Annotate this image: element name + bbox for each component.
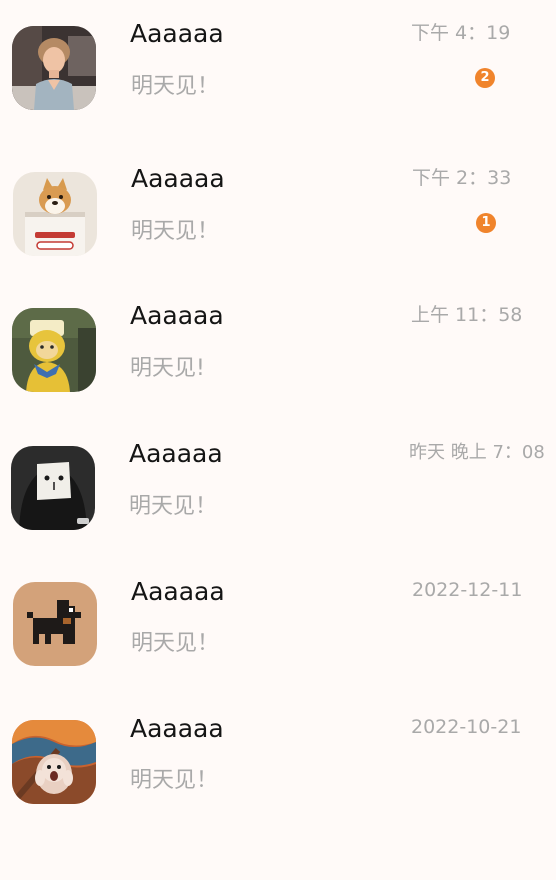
avatar[interactable] (12, 308, 96, 392)
message-time: 昨天 晚上 7：08 (409, 442, 545, 463)
pixel-dog-avatar-icon (13, 582, 97, 666)
contact-name: Aaaaaa (129, 439, 223, 468)
chat-item[interactable]: Aaaaaa 明天见！ 下午 2：33 1 (0, 145, 556, 265)
message-time: 2022-10-21 (411, 716, 522, 738)
shiba-dog-avatar-icon (13, 172, 97, 256)
chat-item[interactable]: Aaaaaa 明天见！ 昨天 晚上 7：08 (0, 428, 556, 548)
avatar[interactable] (12, 26, 96, 110)
avatar[interactable] (11, 446, 95, 530)
avatar[interactable] (12, 720, 96, 804)
paper-mask-avatar-icon (11, 446, 95, 530)
message-preview: 明天见！ (130, 768, 219, 793)
message-preview: 明天见！ (129, 494, 218, 519)
unread-badge: 1 (476, 213, 496, 233)
message-time: 下午 2：33 (412, 167, 512, 189)
contact-name: Aaaaaa (131, 577, 225, 606)
contact-name: Aaaaaa (131, 164, 225, 193)
contact-name: Aaaaaa (130, 714, 224, 743)
message-preview: 明天见！ (131, 631, 220, 656)
yellow-toy-avatar-icon (12, 308, 96, 392)
contact-name: Aaaaaa (130, 19, 224, 48)
avatar[interactable] (13, 172, 97, 256)
message-time: 上午 11：58 (411, 304, 523, 326)
chat-item[interactable]: Aaaaaa 明天见！ 2022-10-21 (0, 703, 556, 823)
woman-photo-avatar-icon (12, 26, 96, 110)
unread-badge: 2 (475, 68, 495, 88)
chat-item[interactable]: Aaaaaa 明天见！ 2022-12-11 (0, 566, 556, 686)
avatar[interactable] (13, 582, 97, 666)
contact-name: Aaaaaa (130, 301, 224, 330)
chat-list: Aaaaaa 明天见！ 下午 4：19 2 Aaaaaa 明天见！ 下午 2：3… (0, 0, 556, 880)
message-preview: 明天见！ (131, 219, 220, 244)
chat-item[interactable]: Aaaaaa 明天见! 上午 11：58 (0, 290, 556, 410)
message-preview: 明天见! (130, 356, 205, 381)
scream-hamster-avatar-icon (12, 720, 96, 804)
message-preview: 明天见！ (131, 74, 220, 99)
message-time: 2022-12-11 (412, 579, 523, 601)
message-time: 下午 4：19 (411, 22, 511, 44)
chat-item[interactable]: Aaaaaa 明天见！ 下午 4：19 2 (0, 0, 556, 120)
